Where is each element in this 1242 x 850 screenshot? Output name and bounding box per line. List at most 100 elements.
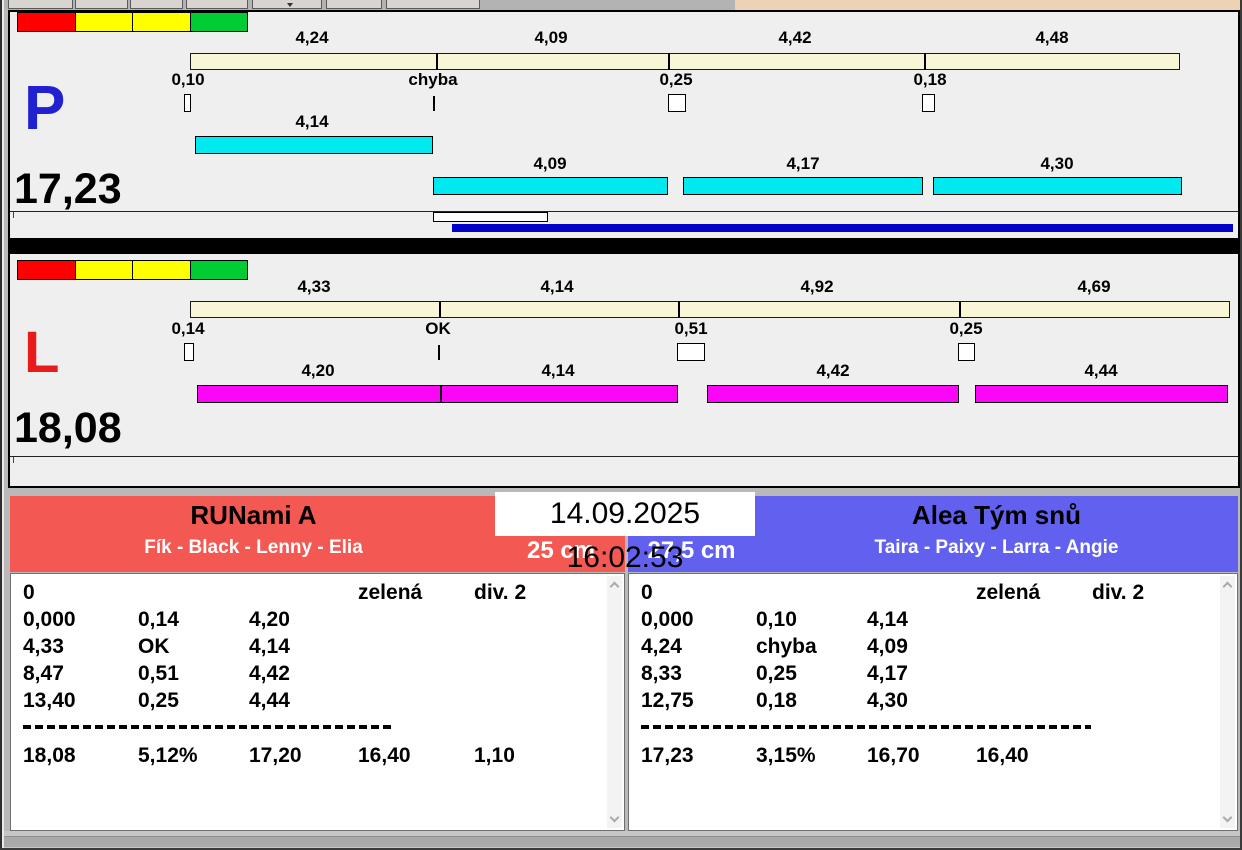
dog-time: 4,44 xyxy=(1084,361,1118,380)
dog-time: 4,30 xyxy=(1040,154,1074,173)
split-time: 4,92 xyxy=(800,277,834,296)
result-cell: 4,24 xyxy=(641,635,682,658)
change-marker xyxy=(958,343,975,361)
start-lights xyxy=(17,260,248,280)
light-green-icon xyxy=(190,13,247,31)
scroll-down-icon[interactable] xyxy=(1222,812,1233,823)
change-marker xyxy=(677,343,705,361)
light-yellow-icon xyxy=(75,261,133,279)
lane-total-time: 18,08 xyxy=(14,404,122,452)
toolbar-button[interactable] xyxy=(386,0,480,9)
divider xyxy=(10,456,1238,457)
summary-value: 1,10 xyxy=(474,744,515,767)
result-cell: chyba xyxy=(756,635,817,658)
lane-letter: L xyxy=(24,320,60,385)
team-name: Alea Tým snů xyxy=(911,500,1082,530)
progress-outline-bar xyxy=(433,212,548,222)
result-cell: 0,18 xyxy=(756,689,797,712)
result-cell: OK xyxy=(138,635,170,658)
division: div. 2 xyxy=(474,581,527,604)
result-cell: 0,25 xyxy=(138,689,179,712)
result-cell: 4,14 xyxy=(867,608,908,631)
scroll-up-icon[interactable] xyxy=(609,581,620,592)
status-bar-band xyxy=(2,836,1240,847)
scroll-up-icon[interactable] xyxy=(1222,581,1233,592)
app-window: 4,24 4,09 4,42 4,48 0,10 chyba 0,25 0,18… xyxy=(0,0,1242,850)
change-time: 0,10 xyxy=(171,70,205,89)
start-lights xyxy=(17,12,248,32)
summary-total: 17,23 xyxy=(641,744,694,767)
ok-tick xyxy=(438,345,440,360)
panel-separator xyxy=(8,240,1240,252)
card-status: zelená xyxy=(976,581,1041,604)
lane-total-time: 17,23 xyxy=(14,165,122,213)
dog-time-bar xyxy=(975,385,1228,403)
results-list-right[interactable]: 0 zelená div. 2 0,000 0,10 4,14 4,24 chy… xyxy=(628,573,1238,831)
result-cell: 4,09 xyxy=(867,635,908,658)
dog-time-bar xyxy=(433,177,668,195)
card-status: zelená xyxy=(358,581,423,604)
toolbar-button[interactable] xyxy=(186,0,248,9)
dog-time: 4,42 xyxy=(816,361,850,380)
dog-time-bar xyxy=(197,385,678,403)
toolbar-button[interactable] xyxy=(8,0,73,9)
toolbar-button[interactable] xyxy=(130,0,183,9)
change-marker xyxy=(922,94,935,112)
change-time: 0,25 xyxy=(949,319,983,338)
summary-divider xyxy=(641,725,1091,729)
dog-time: 4,20 xyxy=(301,361,335,380)
change-time: 0,14 xyxy=(171,319,205,338)
result-cell: 4,42 xyxy=(249,662,290,685)
results-list-left[interactable]: 0 zelená div. 2 0,000 0,14 4,20 4,33 OK … xyxy=(10,573,625,831)
result-cell: 0,51 xyxy=(138,662,179,685)
split-time: 4,09 xyxy=(534,28,568,47)
dog-time: 4,09 xyxy=(533,154,567,173)
summary-percent: 3,15% xyxy=(756,744,816,767)
change-marker xyxy=(184,94,191,112)
result-cell: 12,75 xyxy=(641,689,694,712)
result-cell: 4,33 xyxy=(23,635,64,658)
split-time: 4,14 xyxy=(540,277,574,296)
lane-letter: P xyxy=(24,74,66,143)
dropdown-caret-icon xyxy=(287,3,293,10)
window-chrome-strip xyxy=(0,0,1242,10)
summary-divider xyxy=(23,725,394,729)
split-time-bar xyxy=(190,301,1230,318)
change-time: 0,51 xyxy=(674,319,708,338)
result-cell: 4,44 xyxy=(249,689,290,712)
dog-time: 4,17 xyxy=(786,154,820,173)
scrollbar[interactable] xyxy=(607,576,622,828)
background-window xyxy=(735,0,1242,10)
result-cell: 8,47 xyxy=(23,662,64,685)
summary-value: 16,70 xyxy=(867,744,920,767)
scroll-down-icon[interactable] xyxy=(609,812,620,823)
result-cell: 4,30 xyxy=(867,689,908,712)
run-counter: 0 xyxy=(641,581,653,604)
division: div. 2 xyxy=(1092,581,1145,604)
split-time: 4,33 xyxy=(297,277,331,296)
summary-percent: 5,12% xyxy=(138,744,198,767)
result-cell: 4,20 xyxy=(249,608,290,631)
result-cell: 8,33 xyxy=(641,662,682,685)
change-marker xyxy=(184,343,194,361)
light-red-icon xyxy=(18,13,76,31)
toolbar-button[interactable] xyxy=(326,0,382,9)
change-time: chyba xyxy=(408,70,458,89)
team-dogs: Fík - Black - Lenny - Elia xyxy=(144,537,363,558)
light-yellow-icon xyxy=(133,261,191,279)
lane-panel-p: 4,24 4,09 4,42 4,48 0,10 chyba 0,25 0,18… xyxy=(8,10,1240,240)
scrollbar[interactable] xyxy=(1220,576,1235,828)
result-cell: 0,14 xyxy=(138,608,179,631)
split-time: 4,42 xyxy=(778,28,812,47)
change-time: 0,25 xyxy=(659,70,693,89)
team-dogs: Taira - Paixy - Larra - Angie xyxy=(874,537,1119,558)
result-cell: 0,000 xyxy=(23,608,76,631)
toolbar-button[interactable] xyxy=(75,0,128,9)
dog-time-bar xyxy=(933,177,1182,195)
datetime-display: 14.09.2025 16:02:53 xyxy=(495,492,755,574)
light-green-icon xyxy=(190,261,247,279)
split-time-bar xyxy=(190,53,1180,70)
change-marker xyxy=(668,94,686,112)
run-counter: 0 xyxy=(23,581,35,604)
light-red-icon xyxy=(18,261,76,279)
